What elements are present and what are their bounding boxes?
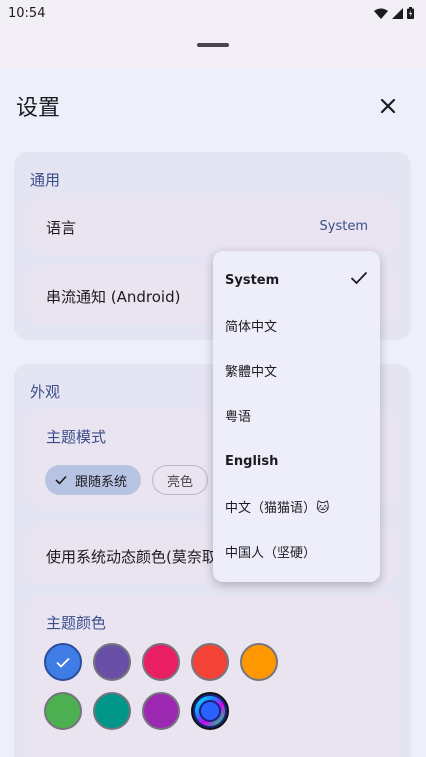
status-time: 10:54 — [8, 5, 46, 21]
check-icon — [350, 271, 368, 285]
color-swatch-violet[interactable] — [142, 692, 180, 730]
language-value: System — [319, 219, 368, 234]
signal-icon — [392, 7, 403, 19]
color-wheel-icon — [195, 696, 225, 726]
menu-item-label: 中文（猫猫语）🐱 — [225, 500, 330, 516]
menu-item-label: 繁體中文 — [225, 364, 278, 380]
language-label: 语言 — [46, 219, 77, 237]
wifi-icon — [374, 8, 388, 19]
menu-item-simplified-chinese[interactable]: 简体中文 — [213, 303, 380, 347]
menu-item-label: 简体中文 — [225, 319, 278, 335]
color-swatch-purple[interactable] — [93, 643, 131, 681]
menu-item-label: 粤语 — [225, 409, 252, 425]
menu-item-label: 中国人（坚硬） — [225, 545, 317, 561]
theme-color-row: 主题颜色 — [30, 596, 396, 757]
drag-handle[interactable] — [197, 43, 229, 47]
menu-item-label: System — [225, 272, 280, 288]
menu-item-system[interactable]: System — [213, 258, 380, 302]
general-section-title: 通用 — [30, 171, 61, 189]
appearance-section-title: 外观 — [30, 383, 61, 401]
status-bar: 10:54 — [0, 0, 426, 26]
language-menu: System 简体中文 繁體中文 粤语 English 中文（猫猫语）🐱 中国人… — [213, 251, 380, 582]
menu-item-label: English — [225, 453, 279, 469]
color-swatch-custom[interactable] — [191, 692, 229, 730]
page-title: 设置 — [16, 96, 61, 121]
color-swatch-green[interactable] — [44, 692, 82, 730]
color-swatch-orange[interactable] — [240, 643, 278, 681]
color-swatch-red[interactable] — [191, 643, 229, 681]
close-button[interactable] — [372, 90, 404, 122]
color-swatch-teal[interactable] — [93, 692, 131, 730]
chip-follow-system[interactable]: 跟随系统 — [45, 465, 142, 495]
chip-label: 亮色 — [167, 474, 194, 490]
menu-item-cantonese[interactable]: 粤语 — [213, 393, 380, 437]
color-swatch-blue[interactable] — [44, 643, 82, 681]
menu-item-traditional-chinese[interactable]: 繁體中文 — [213, 348, 380, 392]
chip-light[interactable]: 亮色 — [152, 465, 209, 495]
close-icon — [380, 98, 396, 114]
language-row[interactable]: 语言 System — [30, 198, 396, 254]
menu-item-english[interactable]: English — [213, 439, 380, 483]
check-icon — [55, 475, 67, 485]
status-icons — [374, 7, 414, 19]
theme-mode-title: 主题模式 — [46, 428, 107, 446]
battery-icon — [407, 7, 414, 19]
theme-color-title: 主题颜色 — [46, 614, 107, 632]
check-icon — [56, 657, 70, 668]
chip-label: 跟随系统 — [75, 474, 128, 490]
menu-item-cat-chinese[interactable]: 中文（猫猫语）🐱 — [213, 484, 380, 528]
color-swatch-pink[interactable] — [142, 643, 180, 681]
stream-notification-label: 串流通知 (Android) — [46, 288, 181, 306]
menu-item-chinese-hard[interactable]: 中国人（坚硬） — [213, 529, 380, 573]
dynamic-color-label: 使用系统动态颜色(莫奈取色) — [46, 548, 238, 566]
